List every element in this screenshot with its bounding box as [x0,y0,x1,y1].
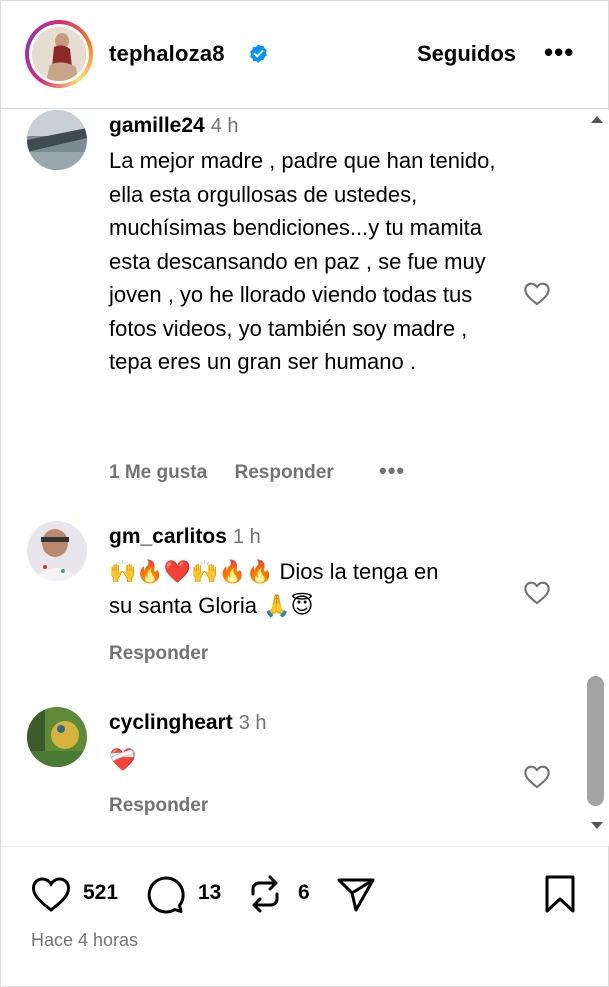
comments-count[interactable]: 13 [198,881,221,905]
comment-text-line2: su santa Gloria [109,592,257,618]
heart-icon[interactable] [29,872,73,916]
verified-badge-icon [250,44,267,63]
reply-button[interactable]: Responder [234,462,333,483]
comment-more-icon[interactable]: ••• [379,458,405,483]
comment-item: gamille24 4 h La mejor madre , padre que … [1,110,585,510]
comment-emojis: 🙌🔥❤️🙌🔥🔥 [109,559,274,584]
scroll-up-arrow-icon[interactable] [591,116,603,123]
comment-emojis: ❤️‍🩹 [109,747,137,772]
author-avatar[interactable] [25,20,93,88]
scroll-down-arrow-icon[interactable] [591,822,603,829]
comment-text: 🙌🔥❤️🙌🔥🔥 Dios la tenga en su santa Gloria… [109,555,509,622]
reply-button[interactable]: Responder [109,795,208,816]
bookmark-icon[interactable] [538,872,582,916]
post-header: tephaloza8 Seguidos ••• [1,1,608,109]
author-username[interactable]: tephaloza8 [109,41,225,67]
commenter-avatar[interactable] [27,521,87,581]
reposts-count[interactable]: 6 [298,881,310,905]
comment-time: 3 h [238,712,267,734]
comment-item: cyclingheart 3 h ❤️‍🩹 Responder [1,707,585,827]
comment-text: ❤️‍🩹 [109,743,509,777]
comment-icon[interactable] [142,872,186,916]
comment-text: La mejor madre , padre que han tenido, e… [109,148,496,374]
comment-item: gm_carlitos 1 h 🙌🔥❤️🙌🔥🔥 Dios la tenga en … [1,521,585,681]
comment-username[interactable]: cyclingheart [109,711,233,734]
commenter-avatar[interactable] [27,707,87,767]
comment-time: 1 h [232,526,261,548]
commenter-avatar[interactable] [27,110,87,170]
comment-username[interactable]: gamille24 [109,114,205,137]
post-time: Hace 4 horas [31,930,139,950]
reply-button[interactable]: Responder [109,643,208,664]
like-comment-icon[interactable] [523,280,551,306]
footer-divider [1,846,608,847]
comment-username[interactable]: gm_carlitos [109,525,227,548]
comment-time: 4 h [210,115,239,137]
post-comments-panel: tephaloza8 Seguidos ••• gamille24 4 h La … [0,0,609,987]
like-comment-icon[interactable] [523,579,551,605]
comments-scrollbar[interactable] [585,110,609,846]
repost-icon[interactable] [243,872,287,916]
scrollbar-thumb[interactable] [587,676,604,806]
comment-emojis-end: 🙏😇 [263,592,314,618]
share-icon[interactable] [334,872,378,916]
more-options-icon[interactable]: ••• [544,39,574,65]
comments-list: gamille24 4 h La mejor madre , padre que … [1,110,585,846]
comment-text-line1: Dios la tenga en [279,559,439,584]
comment-likes-count[interactable]: 1 Me gusta [109,462,207,483]
author-avatar-image [32,27,86,81]
like-comment-icon[interactable] [523,763,551,789]
following-button[interactable]: Seguidos [417,41,516,67]
likes-count[interactable]: 521 [83,881,118,905]
